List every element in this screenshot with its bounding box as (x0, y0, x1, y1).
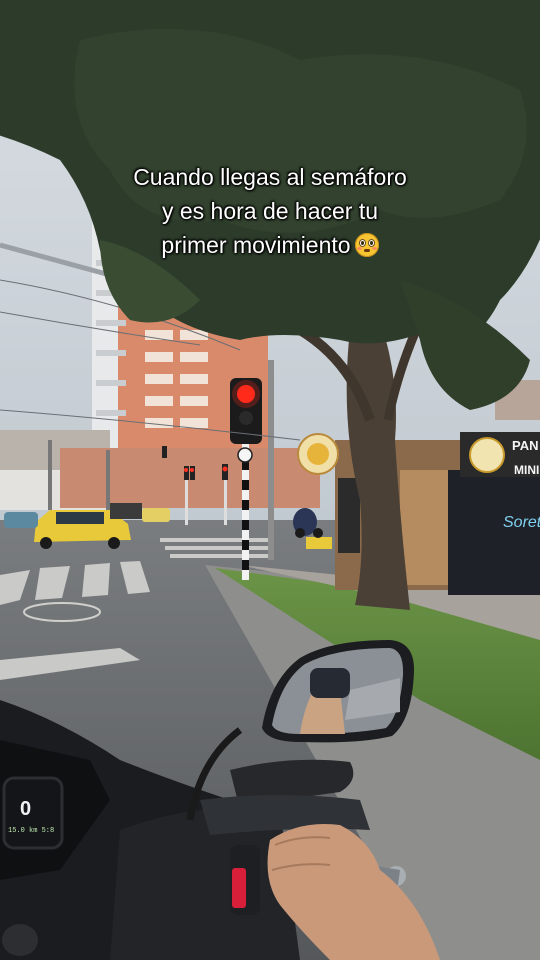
round-shop-sign (297, 433, 339, 475)
trip-readout: 15.0 km 5:8 (8, 827, 54, 835)
instrument-display (2, 776, 64, 850)
caption-line-2: y es hora de hacer tu (161, 198, 379, 224)
shop-sign-line2: MINI (514, 463, 539, 477)
speed-readout: 0 (20, 798, 31, 820)
graffiti-text: Sorete (503, 514, 540, 531)
shop-sign-line1: PAN (512, 438, 538, 453)
engine-kill-switch (232, 868, 246, 908)
video-frame: PAN MINI Sorete (0, 0, 540, 960)
overlay-caption: Cuando llegas al semáforo y es hora de h… (0, 160, 540, 262)
caption-line-3-text: primer movimiento (161, 232, 351, 258)
flushed-face-emoji-icon (354, 233, 379, 257)
utility-pole (106, 450, 110, 510)
caption-line-3: primer movimiento (0, 228, 540, 262)
street-scene: PAN MINI Sorete (0, 0, 540, 960)
caption-line-1: Cuando llegas al semáforo (133, 164, 407, 190)
barrier (306, 537, 332, 549)
utility-pole (268, 360, 274, 560)
utility-pole (48, 440, 52, 510)
